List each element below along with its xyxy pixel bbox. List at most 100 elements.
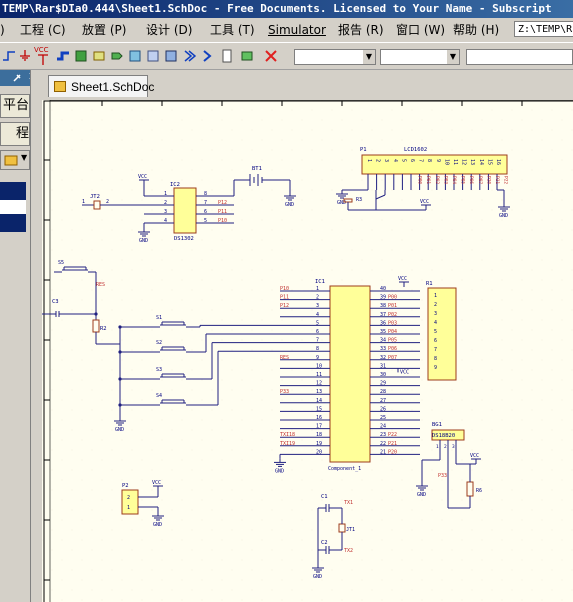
mcu-pin-number: 30 (380, 372, 386, 378)
rtc-pin-number: 8 (204, 191, 207, 197)
grid-dot (551, 429, 553, 431)
workspace-button[interactable]: 平台 (0, 94, 30, 118)
grid-dot (71, 409, 73, 411)
chevron-down-icon[interactable]: ▼ (21, 153, 27, 162)
netlabel-icon[interactable] (146, 49, 160, 63)
grid-dot (371, 589, 373, 591)
wire-icon[interactable] (2, 49, 16, 63)
grid-dot (471, 309, 473, 311)
grid-dot (221, 159, 223, 161)
grid-dot (231, 509, 233, 511)
grid-dot (101, 399, 103, 401)
grid-dot (391, 469, 393, 471)
grid-dot (51, 329, 53, 331)
component-icon[interactable] (240, 49, 254, 63)
project-tree-item[interactable] (0, 200, 26, 214)
grid-dot (91, 229, 93, 231)
menu-item-help[interactable]: 帮助 (H) (453, 18, 499, 42)
project-button[interactable]: 程 (0, 122, 30, 146)
grid-dot (281, 539, 283, 541)
grid-dot (181, 599, 183, 601)
directive-icon[interactable] (164, 49, 178, 63)
grid-dot (281, 519, 283, 521)
grid-dot (431, 449, 433, 451)
grid-dot (561, 479, 563, 481)
grid-dot (281, 579, 283, 581)
grid-dot (191, 289, 193, 291)
grid-dot (131, 529, 133, 531)
bus-icon[interactable] (56, 49, 70, 63)
grid-dot (111, 329, 113, 331)
grid-dot (251, 289, 253, 291)
grid-dot (411, 349, 413, 351)
grid-dot (541, 379, 543, 381)
grid-dot (181, 579, 183, 581)
grid-dot (81, 519, 83, 521)
grid-dot (421, 539, 423, 541)
osc-xtal-label: JT1 (346, 527, 355, 533)
grid-dot (241, 479, 243, 481)
grid-dot (431, 409, 433, 411)
grid-dot (401, 579, 403, 581)
grid-dot (121, 479, 123, 481)
delete-icon[interactable] (264, 49, 278, 63)
mask-combo[interactable]: ▼ (380, 49, 460, 65)
grid-dot (231, 389, 233, 391)
grid-dot (191, 549, 193, 551)
noerc-icon[interactable] (182, 49, 196, 63)
grid-dot (391, 269, 393, 271)
grid-dot (361, 179, 363, 181)
grid-dot (541, 419, 543, 421)
sheet-symbol-icon[interactable] (92, 49, 106, 63)
menu-item-tools[interactable]: 工具 (T) (210, 18, 255, 42)
grid-dot (491, 189, 493, 191)
document-icon[interactable] (220, 49, 234, 63)
grid-dot (311, 449, 313, 451)
schematic-canvas[interactable]: P1 LCD1602 1 2 3 4 5 6 7 8 9 10 11 12 13 14 15 16 P00 P01 P0… (42, 100, 573, 602)
grid-dot (371, 229, 373, 231)
xtal-jt2 (93, 200, 101, 210)
path-field[interactable]: Z:\TEMP\R (514, 21, 573, 37)
grid-dot (511, 209, 513, 211)
zoom-combo[interactable] (466, 49, 573, 65)
port-icon[interactable] (110, 49, 124, 63)
chevron-down-icon[interactable]: ▼ (363, 50, 375, 64)
panel-menu-button[interactable]: ▼ (0, 150, 30, 170)
grid-dot (101, 439, 103, 441)
part-icon[interactable] (74, 49, 88, 63)
grid-dot (211, 249, 213, 251)
grid-dot (111, 309, 113, 311)
menu-item-design[interactable]: 设计 (D) (146, 18, 192, 42)
grid-dot (371, 329, 373, 331)
vcc-icon[interactable]: VCC (34, 46, 52, 66)
grid-dot (441, 599, 443, 601)
menu-item-window[interactable]: 窗口 (W) (396, 18, 445, 42)
grid-dot (321, 339, 323, 341)
project-tree-selection-2[interactable] (0, 214, 26, 232)
grid-dot (341, 279, 343, 281)
grid-dot (241, 439, 243, 441)
grid-dot (471, 589, 473, 591)
grid-dot (541, 139, 543, 141)
schematic-drawing[interactable]: P1 LCD16021 2 3 4 5 6 7 8 9 10 11 12 13 14 15 16P00 P01 P0… (42, 100, 573, 602)
menu-item-simulator[interactable]: Simulator (268, 18, 326, 42)
chevron-down-icon[interactable]: ▼ (447, 50, 459, 64)
grid-dot (201, 439, 203, 441)
menu-item-project[interactable]: 工程 (C) (20, 18, 66, 42)
tab-sheet1[interactable]: Sheet1.SchDoc (48, 75, 154, 97)
menu-item-place[interactable]: 放置 (P) (82, 18, 126, 42)
grid-dot (551, 469, 553, 471)
harness-icon[interactable] (128, 49, 142, 63)
grid-dot (281, 119, 283, 121)
reset-res-label: R2 (100, 326, 107, 332)
project-tree-selection[interactable] (0, 182, 26, 200)
grid-dot (71, 529, 73, 531)
filter-combo[interactable]: ▼ (294, 49, 376, 65)
grid-dot (261, 139, 263, 141)
menu-item-reports[interactable]: 报告 (R) (338, 18, 384, 42)
pin-icon[interactable] (12, 73, 22, 83)
grid-dot (101, 459, 103, 461)
grid-dot (541, 439, 543, 441)
compile-icon[interactable] (200, 49, 214, 63)
gnd-icon[interactable] (18, 49, 32, 63)
